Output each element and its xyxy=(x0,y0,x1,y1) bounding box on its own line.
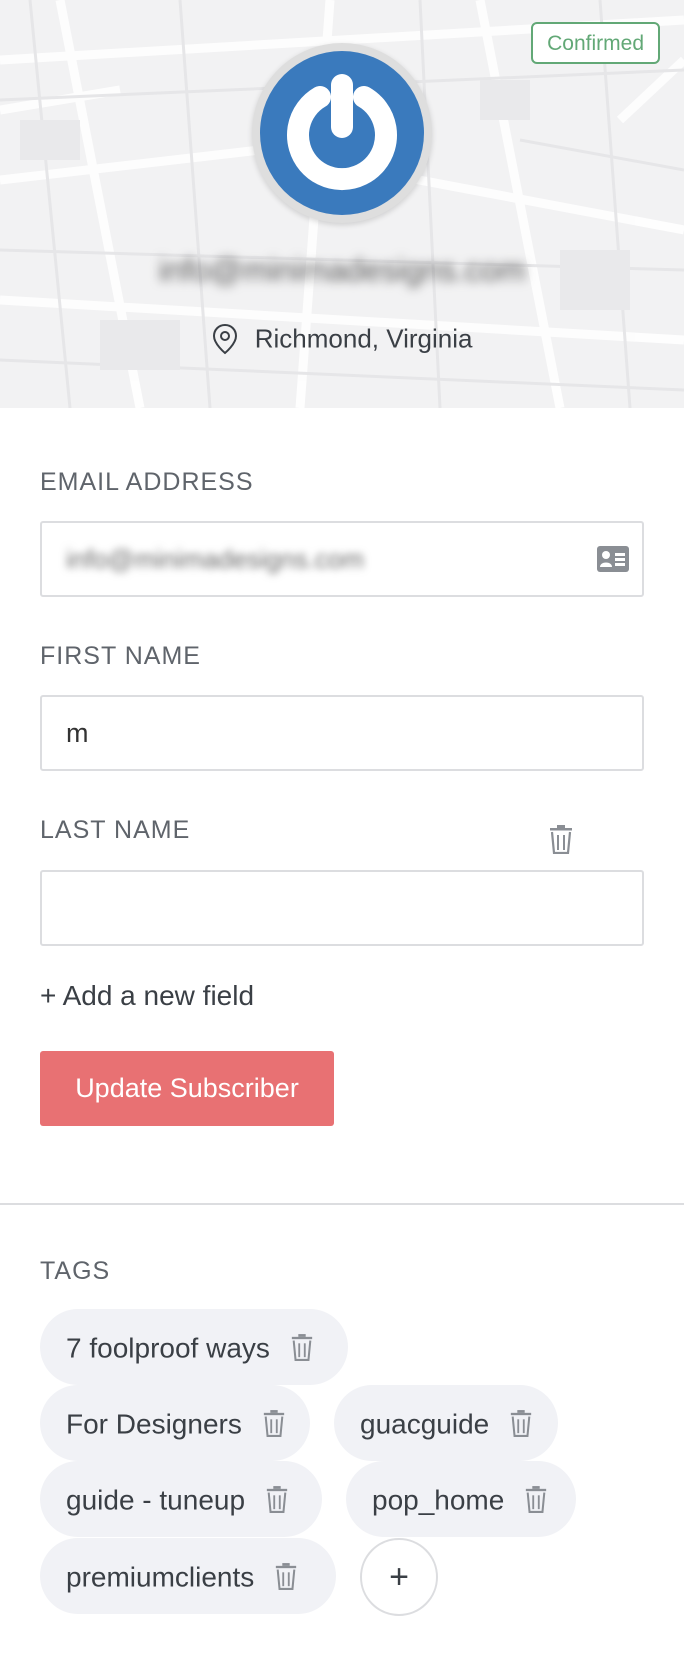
trash-icon[interactable] xyxy=(262,1409,286,1437)
trash-icon[interactable] xyxy=(548,824,574,854)
logo-power-icon xyxy=(287,74,397,191)
tag-label: pop_home xyxy=(372,1484,505,1516)
location-pin-icon xyxy=(212,324,237,355)
tag-item: pop_home xyxy=(346,1461,576,1537)
tag-item: 7 foolproof ways xyxy=(40,1309,348,1385)
avatar xyxy=(252,43,432,223)
profile-location: Richmond, Virginia xyxy=(0,322,684,355)
location-text: Richmond, Virginia xyxy=(254,323,473,354)
contact-card-icon[interactable] xyxy=(596,545,630,573)
email-label: EMAIL ADDRESS xyxy=(40,468,254,496)
email-value: info@minimadesigns.com xyxy=(66,544,365,574)
tag-item: guacguide xyxy=(334,1385,558,1461)
tag-label: For Designers xyxy=(66,1408,242,1440)
tag-label: 7 foolproof ways xyxy=(66,1332,270,1364)
trash-icon[interactable] xyxy=(265,1485,289,1513)
tag-item: guide - tuneup xyxy=(40,1461,322,1537)
last-name-label: LAST NAME xyxy=(40,816,191,844)
last-name-field[interactable] xyxy=(40,870,644,946)
profile-email: info@minimadesigns.com xyxy=(158,252,526,288)
tag-label: guacguide xyxy=(360,1408,490,1440)
email-field[interactable]: info@minimadesigns.com xyxy=(40,521,644,597)
status-badge: Confirmed xyxy=(531,22,660,64)
first-name-label: FIRST NAME xyxy=(40,642,201,670)
trash-icon[interactable] xyxy=(509,1409,533,1437)
tag-label: premiumclients xyxy=(66,1561,255,1593)
plus-icon: + xyxy=(389,1558,409,1596)
tag-label: guide - tuneup xyxy=(66,1484,246,1516)
trash-icon[interactable] xyxy=(290,1333,314,1361)
add-field-link[interactable]: + Add a new field xyxy=(40,980,254,1012)
divider xyxy=(0,1203,684,1205)
add-tag-button[interactable]: + xyxy=(360,1538,438,1616)
tag-item: For Designers xyxy=(40,1385,310,1461)
tag-item: premiumclients xyxy=(40,1538,336,1614)
first-name-field[interactable]: m xyxy=(40,695,644,771)
update-subscriber-button[interactable]: Update Subscriber xyxy=(40,1051,334,1126)
trash-icon[interactable] xyxy=(274,1562,298,1590)
tags-heading: TAGS xyxy=(40,1257,111,1285)
trash-icon[interactable] xyxy=(524,1485,548,1513)
profile-header: Confirmed info@minimadesigns.com Richmon… xyxy=(0,0,684,408)
